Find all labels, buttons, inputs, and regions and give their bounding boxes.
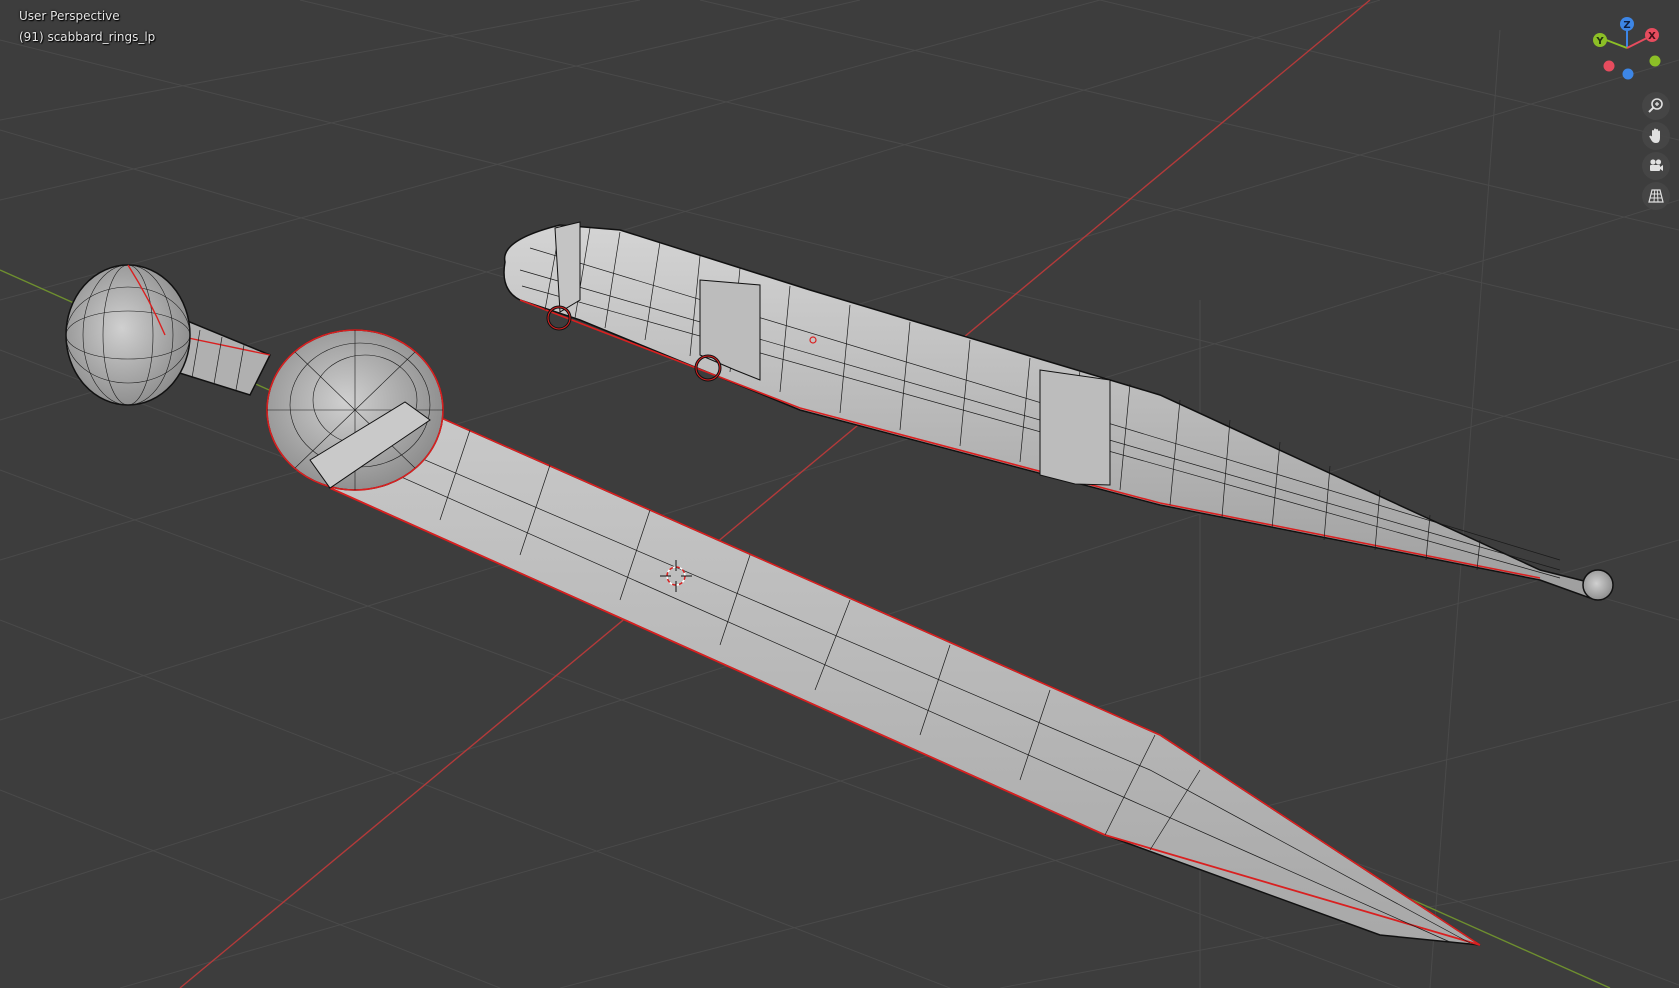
scene-canvas[interactable]	[0, 0, 1679, 988]
gizmo-neg-x[interactable]	[1603, 60, 1615, 72]
gizmo-z-axis[interactable]: Z	[1620, 17, 1634, 31]
pan-button[interactable]	[1642, 122, 1670, 150]
navigation-gizmo[interactable]: Z Y X	[1585, 14, 1665, 90]
x-axis-label: X	[1648, 31, 1656, 42]
hand-icon	[1649, 128, 1660, 143]
view-name-label: User Perspective	[19, 9, 120, 23]
camera-icon	[1650, 159, 1663, 171]
y-axis-label: Y	[1595, 36, 1604, 47]
3d-viewport[interactable]: User Perspective (91) scabbard_rings_lp …	[0, 0, 1679, 988]
perspective-toggle-button[interactable]	[1642, 182, 1670, 210]
floor-grid	[0, 0, 1679, 988]
active-object-label: (91) scabbard_rings_lp	[19, 30, 156, 44]
gizmo-neg-z[interactable]	[1622, 68, 1634, 80]
gizmo-x-axis[interactable]: X	[1645, 28, 1659, 42]
zoom-icon	[1648, 98, 1663, 113]
gizmo-y-axis[interactable]: Y	[1593, 33, 1607, 47]
camera-view-button[interactable]	[1642, 152, 1670, 180]
zoom-button[interactable]	[1642, 92, 1670, 120]
z-axis-label: Z	[1623, 20, 1630, 31]
grid-icon	[1648, 189, 1664, 203]
gizmo-neg-y[interactable]	[1649, 55, 1661, 67]
